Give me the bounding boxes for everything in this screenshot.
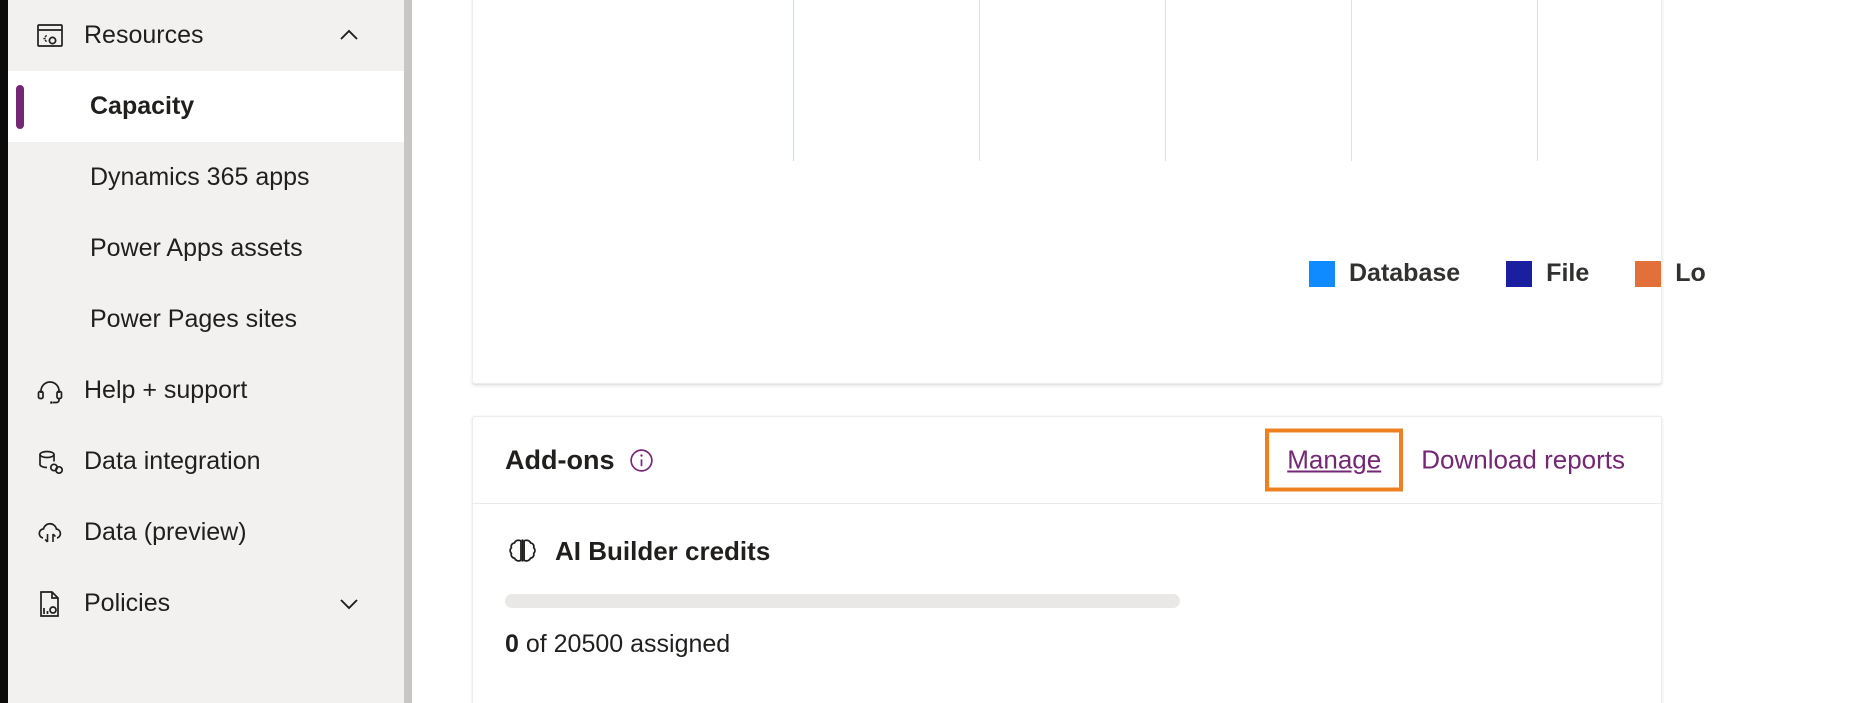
app-root: Resources Capacity Dynamics 365 apps Pow… bbox=[0, 0, 1851, 703]
sidebar-item-help-support[interactable]: Help + support bbox=[8, 355, 404, 426]
sidebar-item-dynamics-365-apps[interactable]: Dynamics 365 apps bbox=[8, 142, 404, 213]
download-reports-button[interactable]: Download reports bbox=[1421, 445, 1625, 476]
sidebar-item-resources[interactable]: Resources bbox=[8, 0, 404, 71]
legend-label: Database bbox=[1349, 259, 1461, 287]
chevron-up-icon[interactable] bbox=[336, 23, 362, 49]
sidebar-item-label: Dynamics 365 apps bbox=[90, 163, 310, 191]
addons-card: Add-ons Manage Download reports AI Build… bbox=[472, 416, 1662, 703]
sidebar-item-label: Help + support bbox=[84, 376, 248, 404]
sidebar-item-power-pages-sites[interactable]: Power Pages sites bbox=[8, 284, 404, 355]
legend-swatch-icon bbox=[1506, 260, 1533, 287]
chart-gridline bbox=[1537, 0, 1538, 161]
chart-legend: Database File Lo bbox=[1309, 259, 1752, 288]
left-edge-rail bbox=[0, 0, 8, 703]
ai-builder-assigned-text: 0 of 20500 assigned bbox=[505, 630, 1629, 659]
legend-swatch-icon bbox=[1309, 260, 1335, 287]
selection-indicator bbox=[16, 84, 24, 129]
capacity-bar-chart: Microsoft Supply Chain Center... SwenkaD… bbox=[473, 0, 1663, 261]
legend-item-file[interactable]: File bbox=[1506, 259, 1589, 288]
addons-card-header: Add-ons Manage Download reports bbox=[473, 417, 1661, 504]
main-content: Microsoft Supply Chain Center... SwenkaD… bbox=[414, 0, 1851, 703]
assigned-suffix: of 20500 assigned bbox=[518, 630, 731, 658]
info-circle-icon[interactable] bbox=[628, 447, 655, 474]
legend-item-log[interactable]: Lo bbox=[1635, 259, 1706, 288]
addon-row: AI Builder credits bbox=[505, 534, 1629, 568]
sidebar-item-policies[interactable]: Policies bbox=[8, 568, 404, 639]
addons-card-body: AI Builder credits 0 of 20500 assigned bbox=[473, 504, 1661, 659]
content-inner: Microsoft Supply Chain Center... SwenkaD… bbox=[414, 0, 1851, 703]
sidebar-item-data-integration[interactable]: Data integration bbox=[8, 426, 404, 497]
sidebar-item-label: Resources bbox=[84, 21, 204, 49]
chart-y-axis bbox=[793, 0, 794, 161]
content-scrollbar-thumb[interactable] bbox=[404, 0, 412, 703]
resources-icon bbox=[30, 16, 70, 56]
ai-builder-icon bbox=[505, 534, 539, 568]
sidebar-item-label: Data (preview) bbox=[84, 518, 247, 546]
capacity-chart-card: Microsoft Supply Chain Center... SwenkaD… bbox=[472, 0, 1706, 384]
policy-document-icon bbox=[30, 584, 70, 624]
sidebar-item-capacity[interactable]: Capacity bbox=[8, 71, 404, 142]
sidebar-item-label: Data integration bbox=[84, 447, 261, 475]
legend-label: File bbox=[1546, 259, 1590, 287]
legend-swatch-icon bbox=[1635, 260, 1662, 287]
legend-item-database[interactable]: Database bbox=[1309, 259, 1460, 288]
sidebar-item-data-preview[interactable]: Data (preview) bbox=[8, 497, 404, 568]
database-link-icon bbox=[30, 442, 70, 482]
assigned-value: 0 bbox=[505, 630, 519, 658]
addons-title: Add-ons bbox=[505, 444, 615, 475]
chevron-down-icon[interactable] bbox=[336, 591, 362, 617]
chart-gridline bbox=[1165, 0, 1166, 161]
legend-label: Lo bbox=[1675, 259, 1706, 287]
manage-highlight-box: Manage bbox=[1265, 428, 1404, 492]
sidebar-item-label: Policies bbox=[84, 589, 171, 617]
addons-header-actions: Manage Download reports bbox=[1265, 428, 1625, 492]
cloud-arrows-icon bbox=[30, 513, 70, 553]
headset-icon bbox=[30, 371, 70, 411]
sidebar-item-label: Capacity bbox=[90, 92, 195, 120]
manage-button[interactable]: Manage bbox=[1287, 445, 1381, 476]
ai-builder-progress-bar bbox=[505, 594, 1180, 608]
addon-name: AI Builder credits bbox=[555, 535, 771, 566]
content-scrollbar-track[interactable] bbox=[404, 0, 414, 703]
sidebar-item-label: Power Pages sites bbox=[90, 305, 298, 333]
sidebar-item-label: Power Apps assets bbox=[90, 234, 303, 262]
chart-gridline bbox=[1351, 0, 1352, 161]
navigation-sidebar: Resources Capacity Dynamics 365 apps Pow… bbox=[8, 0, 404, 703]
chart-gridline bbox=[979, 0, 980, 161]
sidebar-item-power-apps-assets[interactable]: Power Apps assets bbox=[8, 213, 404, 284]
